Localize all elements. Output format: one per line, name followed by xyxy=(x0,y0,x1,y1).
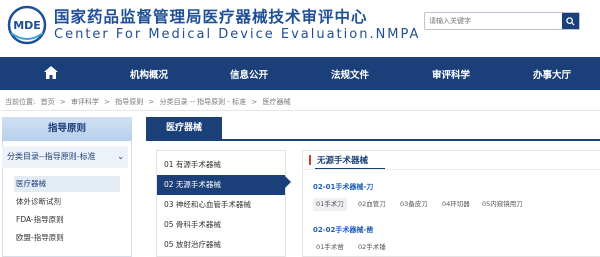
section-title[interactable]: 02-02手术器械-凿 xyxy=(313,225,373,235)
tab-medical-devices[interactable]: 医疗器械 xyxy=(146,117,222,139)
title-marker xyxy=(309,155,311,165)
breadcrumb-catalog[interactable]: 分类目录 -- 指导原则 - 标准 xyxy=(160,98,246,106)
search-button[interactable] xyxy=(562,13,579,29)
breadcrumb-label: 当前位置: xyxy=(5,98,36,106)
chevron-down-icon: ⌄ xyxy=(117,152,124,161)
breadcrumb-sep: > xyxy=(104,98,111,106)
divider xyxy=(0,110,600,111)
nav-item-regulations[interactable]: 法规文件 xyxy=(331,67,369,81)
logo-text: MDE xyxy=(13,19,41,32)
sidebar-heading: 指导原则 xyxy=(2,117,132,141)
chip[interactable]: 03备皮刀 xyxy=(397,198,431,211)
section-title[interactable]: 02-01手术器械-刀 xyxy=(313,182,373,192)
breadcrumb-sep: > xyxy=(148,98,155,106)
sidebar-item-eu-guidelines[interactable]: 欧盟-指导原则 xyxy=(14,230,120,246)
tab-underline xyxy=(146,139,600,141)
chip[interactable]: 05内窥镜用刀 xyxy=(479,198,526,211)
panel-divider xyxy=(302,169,600,170)
breadcrumb: 当前位置: 首页 > 审评科学 > 指导原则 > 分类目录 -- 指导原则 - … xyxy=(5,97,293,107)
chip[interactable]: 04环切器 xyxy=(439,198,473,211)
breadcrumb-sep: > xyxy=(251,98,258,106)
nav-item-disclosure[interactable]: 信息公开 xyxy=(230,67,268,81)
breadcrumb-guidelines[interactable]: 指导原则 xyxy=(115,98,143,106)
search-icon xyxy=(566,16,575,26)
chip[interactable]: 02手术锤 xyxy=(355,241,389,254)
chip[interactable]: 02血管刀 xyxy=(355,198,389,211)
main-nav: 机构概况 信息公开 法规文件 审评科学 办事大厅 xyxy=(0,57,600,90)
list-item[interactable]: 01 有源手术器械 xyxy=(157,155,285,175)
panel-title: 无源手术器械 xyxy=(317,156,369,166)
home-icon[interactable] xyxy=(44,66,58,79)
breadcrumb-current: 医疗器械 xyxy=(262,98,291,106)
nav-item-service-hall[interactable]: 办事大厅 xyxy=(533,67,571,81)
sidebar-item-medical-devices[interactable]: 医疗器械 xyxy=(14,176,120,192)
site-title: 国家药品监督管理局医疗器械技术审评中心 xyxy=(54,7,368,26)
list-item[interactable]: 05 放射治疗器械 xyxy=(157,235,285,255)
selection-arrow-icon xyxy=(285,176,291,188)
sidebar-category-dropdown[interactable]: 分类目录--指导原则-标准 ⌄ xyxy=(2,146,128,168)
breadcrumb-sep: > xyxy=(59,98,66,106)
list-item-selected[interactable]: 02 无源手术器械 xyxy=(157,175,285,195)
chip[interactable]: 01手术刀 xyxy=(313,198,347,211)
breadcrumb-review-science[interactable]: 审评科学 xyxy=(71,98,99,106)
breadcrumb-home[interactable]: 首页 xyxy=(41,98,55,106)
list-item[interactable]: 05 骨科手术器械 xyxy=(157,215,285,235)
sidebar-category-label: 分类目录--指导原则-标准 xyxy=(7,152,96,161)
site-header: MDE 国家药品监督管理局医疗器械技术审评中心 Center For Medic… xyxy=(0,0,600,57)
chip[interactable]: 01手术凿 xyxy=(313,241,347,254)
list-item[interactable]: 03 神经和心血管手术器械 xyxy=(157,195,285,215)
nav-item-about[interactable]: 机构概况 xyxy=(130,67,168,81)
search-input[interactable] xyxy=(429,14,559,28)
sidebar-item-ivd-reagents[interactable]: 体外诊断试剂 xyxy=(14,194,120,210)
sidebar-item-fda-guidelines[interactable]: FDA-指导原则 xyxy=(14,212,120,228)
search-box xyxy=(424,12,580,30)
nav-item-review-science[interactable]: 审评科学 xyxy=(432,67,470,81)
panel-title-underline xyxy=(315,168,385,169)
site-subtitle: Center For Medical Device Evaluation.NMP… xyxy=(54,27,421,42)
mde-logo[interactable]: MDE xyxy=(5,5,49,45)
